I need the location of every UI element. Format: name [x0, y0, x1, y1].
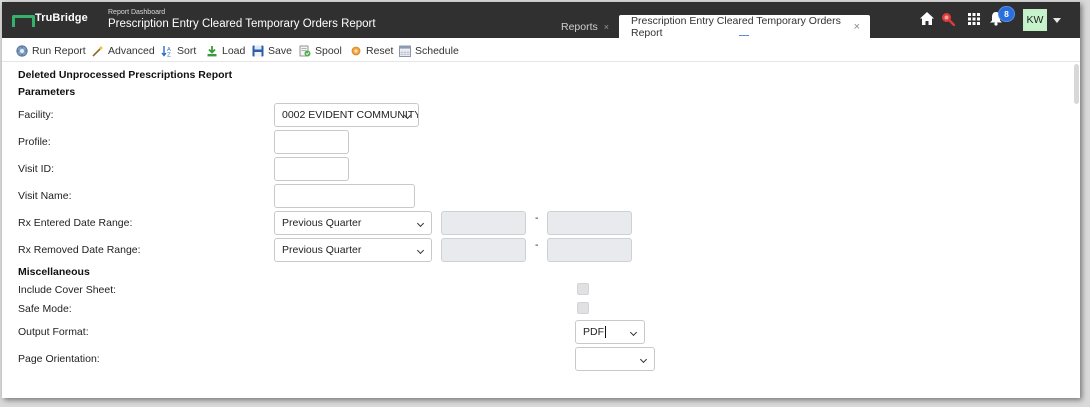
facility-label: Facility: [18, 109, 54, 121]
run-report-label: Run Report [32, 44, 86, 57]
tab-reports-label: Reports [561, 20, 598, 33]
advanced-button[interactable]: Advanced [92, 44, 155, 57]
rx-entered-label: Rx Entered Date Range: [18, 217, 133, 229]
miscellaneous-heading: Miscellaneous [18, 266, 90, 278]
spool-icon [299, 45, 311, 57]
advanced-label: Advanced [108, 44, 155, 57]
scrollbar-track[interactable] [1072, 62, 1080, 398]
report-parameters-form: Deleted Unprocessed Prescriptions Report… [2, 62, 1080, 398]
breadcrumb[interactable]: Report Dashboard [108, 9, 376, 17]
schedule-label: Schedule [415, 44, 459, 57]
notification-badge[interactable]: 8 [998, 6, 1015, 22]
brand-name: TruBridge [35, 12, 88, 24]
brand-logo[interactable]: TruBridge [12, 12, 88, 27]
range-separator: - [535, 212, 539, 224]
spool-label: Spool [315, 44, 342, 57]
rx-entered-from-date [441, 211, 526, 235]
svg-text:Z: Z [167, 52, 171, 57]
apps-grid-icon[interactable] [968, 13, 980, 25]
home-icon[interactable] [920, 12, 934, 25]
output-format-select[interactable]: PDF [575, 320, 645, 344]
app-window: TruBridge Report Dashboard Prescription … [2, 2, 1080, 398]
profile-label: Profile: [18, 136, 51, 148]
rx-entered-range-select[interactable]: Previous Quarter [274, 211, 432, 235]
load-label: Load [222, 44, 246, 57]
save-label: Save [268, 44, 292, 57]
page-orientation-label: Page Orientation: [18, 353, 100, 365]
visit-id-label: Visit ID: [18, 163, 54, 175]
rx-removed-label: Rx Removed Date Range: [18, 244, 141, 256]
page-title: Prescription Entry Cleared Temporary Ord… [108, 18, 376, 30]
load-button[interactable]: Load [206, 44, 245, 57]
visit-id-input[interactable] [274, 157, 349, 181]
top-header: TruBridge Report Dashboard Prescription … [2, 2, 1080, 39]
tab-current-report[interactable]: Prescription Entry Cleared Temporary Ord… [619, 14, 870, 39]
tab-reports-close-icon[interactable]: × [604, 22, 609, 32]
reset-icon [350, 45, 362, 57]
run-report-button[interactable]: Run Report [16, 44, 86, 57]
tab-current-report-close-icon[interactable]: × [854, 21, 860, 33]
safe-mode-label: Safe Mode: [18, 303, 72, 315]
schedule-button[interactable]: Schedule [399, 44, 459, 57]
page-orientation-select[interactable] [575, 347, 655, 371]
tab-active-indicator [739, 35, 749, 36]
title-block: Report Dashboard Prescription Entry Clea… [108, 9, 376, 32]
caret-down-icon[interactable] [1053, 18, 1061, 23]
sort-button[interactable]: AZ Sort [161, 44, 197, 58]
reset-button[interactable]: Reset [350, 44, 393, 57]
output-format-label: Output Format: [18, 326, 89, 338]
trubridge-logo-icon [12, 13, 35, 27]
load-icon [206, 45, 218, 57]
range-separator: - [535, 239, 539, 251]
tab-current-report-label: Prescription Entry Cleared Temporary Ord… [631, 14, 841, 39]
parameters-heading: Parameters [18, 86, 76, 98]
magic-wand-icon [92, 45, 104, 57]
calendar-icon [399, 45, 411, 57]
rx-removed-to-date [547, 238, 632, 262]
avatar-initials: KW [1025, 11, 1045, 29]
report-title: Deleted Unprocessed Prescriptions Report [18, 69, 233, 81]
sort-label: Sort [177, 44, 197, 57]
visit-name-label: Visit Name: [18, 190, 72, 202]
rx-entered-to-date [547, 211, 632, 235]
tab-reports[interactable]: Reports × [552, 15, 614, 38]
visit-name-input[interactable] [274, 184, 415, 208]
cover-sheet-checkbox[interactable] [577, 283, 589, 295]
avatar[interactable]: KW [1023, 9, 1047, 31]
facility-select[interactable]: 0002 EVIDENT COMMUNITY HOSPITAL [274, 103, 419, 127]
sort-icon: AZ [161, 45, 173, 58]
run-report-icon [16, 44, 28, 57]
output-format-value: PDF [583, 326, 604, 338]
cover-sheet-label: Include Cover Sheet: [18, 284, 117, 296]
save-button[interactable]: Save [252, 44, 292, 57]
scrollbar-thumb[interactable] [1074, 64, 1079, 104]
save-icon [252, 45, 264, 57]
rx-removed-from-date [441, 238, 526, 262]
rx-removed-range-select[interactable]: Previous Quarter [274, 238, 432, 262]
reset-label: Reset [366, 44, 394, 57]
report-toolbar: Run Report Advanced AZ Sort Load Save Sp… [2, 38, 1080, 62]
spool-button[interactable]: Spool [299, 44, 342, 57]
profile-input[interactable] [274, 130, 349, 154]
text-cursor [605, 326, 606, 338]
safe-mode-checkbox[interactable] [577, 302, 589, 314]
search-icon[interactable] [941, 12, 955, 26]
